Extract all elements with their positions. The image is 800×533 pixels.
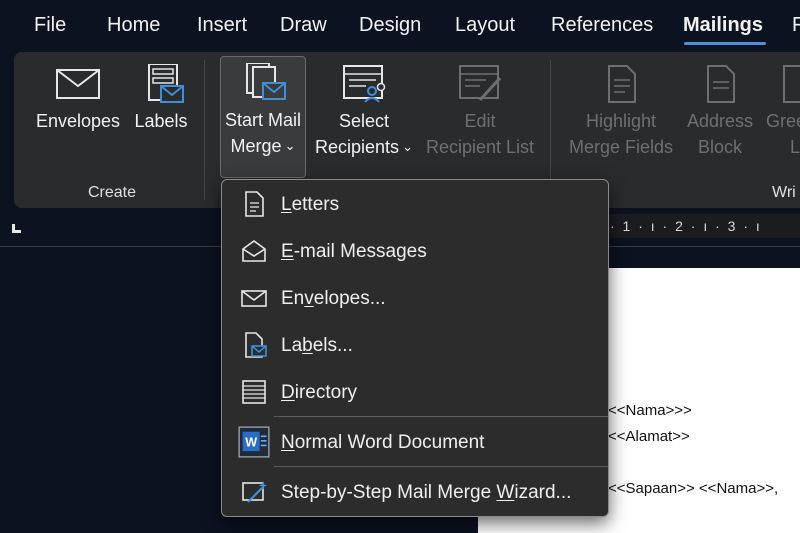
label-page-icon bbox=[245, 332, 267, 358]
menu-item-directory-label: Directory bbox=[281, 382, 358, 403]
select-recipients-icon bbox=[343, 65, 386, 103]
greeting-line-label-line1: Gree bbox=[766, 111, 800, 131]
tab-design[interactable]: Design bbox=[359, 14, 421, 37]
active-tab-indicator bbox=[684, 42, 766, 45]
menu-item-mail-merge-wizard-label: Step-by-Step Mail Merge Wizard... bbox=[281, 482, 572, 503]
select-recipients-button[interactable]: Select Recipients ⌄ bbox=[312, 64, 416, 160]
greeting-line-label-line2: Li bbox=[790, 137, 800, 157]
directory-list-icon bbox=[242, 380, 266, 404]
tab-draw[interactable]: Draw bbox=[280, 14, 327, 37]
address-block-icon bbox=[707, 65, 735, 103]
edit-recipient-list-label-line2: Recipient List bbox=[425, 137, 535, 157]
menu-item-labels-label: Labels... bbox=[281, 335, 353, 356]
envelopes-button[interactable]: Envelopes bbox=[32, 64, 124, 134]
envelope-icon bbox=[56, 69, 100, 99]
highlight-merge-fields-label-line2: Merge Fields bbox=[568, 137, 674, 157]
menu-item-normal-word-document[interactable]: W Normal Word Document bbox=[222, 422, 608, 462]
ribbon-tabs: File Home Insert Draw Design Layout Refe… bbox=[0, 0, 800, 52]
edit-recipient-list-button[interactable]: Edit Recipient List bbox=[424, 64, 536, 160]
address-block-label-line2: Block bbox=[697, 137, 742, 157]
create-group-label: Create bbox=[88, 184, 137, 201]
highlight-merge-fields-button[interactable]: Highlight Merge Fields bbox=[566, 64, 676, 160]
start-mail-merge-label-line2: Merge bbox=[230, 136, 282, 156]
menu-separator bbox=[274, 416, 608, 417]
ruler-marks: · 1 · ı · 2 · ı · 3 · ı bbox=[610, 218, 762, 234]
greeting-line-icon bbox=[783, 65, 800, 103]
select-recipients-label-line2: Recipients bbox=[315, 137, 400, 157]
open-envelope-icon bbox=[242, 240, 266, 262]
labels-button[interactable]: Labels bbox=[130, 64, 192, 134]
tab-home[interactable]: Home bbox=[107, 14, 160, 37]
menu-item-envelopes-label: Envelopes... bbox=[281, 288, 386, 309]
address-block-button[interactable]: Address Block bbox=[682, 64, 758, 160]
edit-recipient-list-label-line1: Edit bbox=[464, 111, 496, 131]
tab-mailings[interactable]: Mailings bbox=[683, 14, 763, 37]
tab-selector-icon[interactable] bbox=[12, 224, 21, 233]
select-recipients-label-line1: Select bbox=[338, 111, 390, 131]
menu-item-directory[interactable]: Directory bbox=[222, 372, 608, 412]
menu-item-letters[interactable]: Letters bbox=[222, 184, 608, 224]
tab-layout[interactable]: Layout bbox=[455, 14, 515, 37]
menu-separator bbox=[274, 466, 608, 467]
start-mail-merge-label-line1: Start Mail bbox=[224, 110, 302, 130]
menu-item-normal-word-document-label: Normal Word Document bbox=[281, 432, 485, 453]
merge-field-alamat[interactable]: <<Alamat>> bbox=[608, 428, 690, 445]
svg-text:W: W bbox=[245, 436, 257, 450]
greeting-line-button[interactable]: Gree Li bbox=[766, 64, 800, 160]
horizontal-ruler[interactable]: · 1 · ı · 2 · ı · 3 · ı bbox=[608, 214, 800, 238]
start-mail-merge-menu: Letters E-mail Messages Envelopes... Lab… bbox=[221, 179, 609, 517]
menu-item-mail-merge-wizard[interactable]: Step-by-Step Mail Merge Wizard... bbox=[222, 472, 608, 512]
write-group-label: Wri bbox=[772, 184, 796, 201]
menu-item-envelopes[interactable]: Envelopes... bbox=[222, 278, 608, 318]
labels-icon bbox=[148, 64, 184, 103]
start-mail-merge-icon bbox=[246, 63, 286, 100]
menu-item-labels[interactable]: Labels... bbox=[222, 325, 608, 365]
start-mail-merge-button[interactable]: Start Mail Merge ⌄ bbox=[220, 56, 306, 178]
address-block-label-line1: Address bbox=[686, 111, 754, 131]
merge-field-sapaan-nama[interactable]: <<Sapaan>> <<Nama>>, bbox=[608, 480, 778, 497]
letter-page-icon bbox=[245, 191, 264, 217]
merge-field-nama[interactable]: <<Nama>>> bbox=[608, 402, 692, 419]
edit-list-icon bbox=[459, 65, 502, 102]
tab-f-partial[interactable]: F bbox=[792, 14, 800, 37]
tab-insert[interactable]: Insert bbox=[197, 14, 247, 37]
group-separator bbox=[204, 60, 205, 200]
envelope-icon bbox=[241, 290, 267, 307]
wizard-wand-icon bbox=[242, 481, 268, 503]
menu-item-email-messages-label: E-mail Messages bbox=[281, 241, 427, 262]
highlight-fields-icon bbox=[608, 65, 636, 103]
menu-item-email-messages[interactable]: E-mail Messages bbox=[222, 231, 608, 271]
labels-label: Labels bbox=[134, 111, 188, 131]
highlight-merge-fields-label-line1: Highlight bbox=[585, 111, 657, 131]
word-document-icon: W bbox=[238, 426, 270, 458]
menu-item-letters-label: Letters bbox=[281, 194, 340, 215]
envelopes-label: Envelopes bbox=[35, 111, 121, 131]
tab-references[interactable]: References bbox=[551, 14, 653, 37]
chevron-down-icon: ⌄ bbox=[284, 138, 296, 153]
chevron-down-icon: ⌄ bbox=[402, 139, 413, 154]
tab-file[interactable]: File bbox=[34, 14, 66, 37]
